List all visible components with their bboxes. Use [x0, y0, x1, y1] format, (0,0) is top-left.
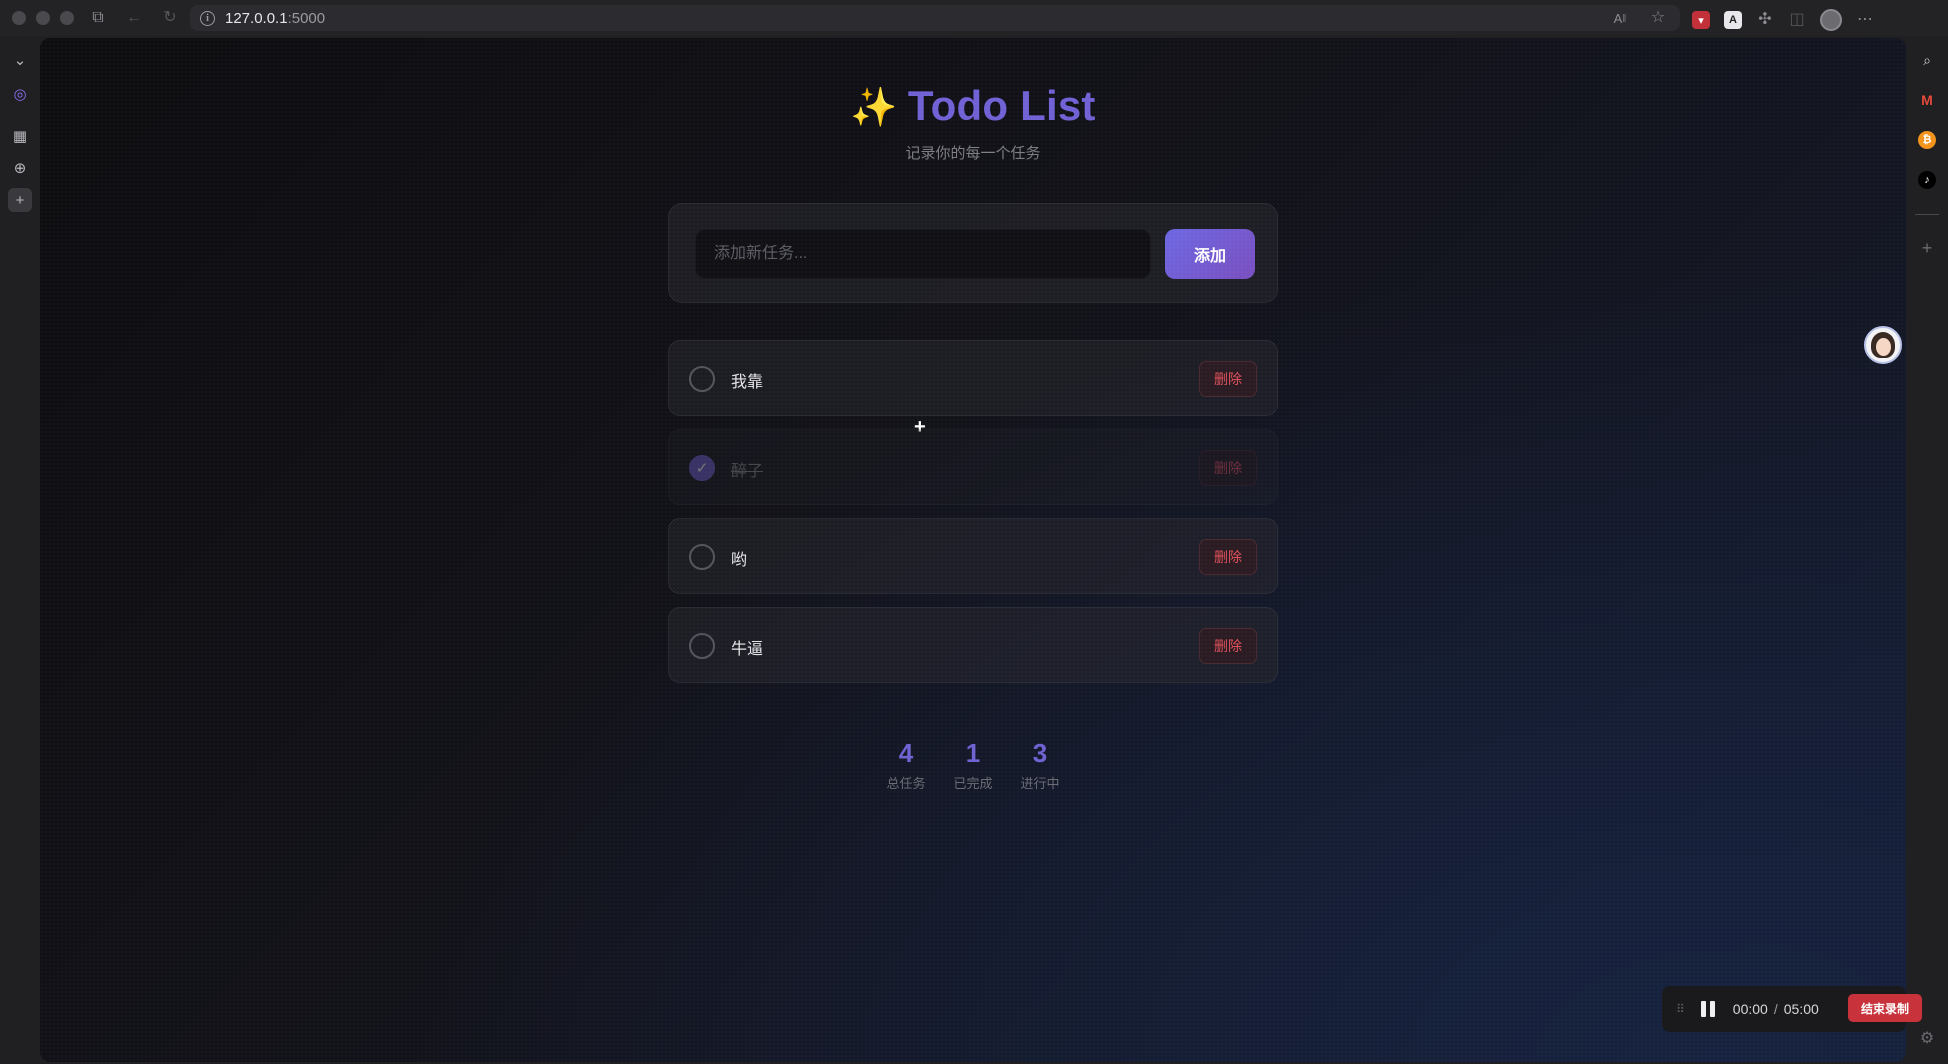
- page-viewport: ✨Todo List 记录你的每一个任务 添加 + 我靠 删除 ✓ 醉了 删除 …: [40, 38, 1906, 1062]
- gmail-icon[interactable]: M: [1915, 88, 1939, 112]
- delete-todo-button[interactable]: 删除: [1199, 361, 1257, 397]
- shield-extension-icon[interactable]: ▾: [1692, 11, 1710, 29]
- todo-checkbox[interactable]: [689, 544, 715, 570]
- close-window-button[interactable]: [12, 11, 26, 25]
- drag-handle-icon[interactable]: ⠿: [1676, 1002, 1685, 1016]
- vertical-tab-strip: ⌄ ◎ ▦ ⊕ +: [0, 36, 40, 1064]
- new-task-input[interactable]: [695, 229, 1151, 279]
- avatar-face: [1876, 338, 1891, 356]
- todo-checkbox[interactable]: [689, 633, 715, 659]
- add-task-button[interactable]: 添加: [1165, 229, 1255, 279]
- title-text: Todo List: [907, 82, 1096, 129]
- collapse-chevron-icon[interactable]: ⌄: [8, 48, 32, 72]
- todo-item: 我靠 删除: [668, 340, 1278, 416]
- stat-label: 已完成: [953, 776, 993, 791]
- search-icon[interactable]: ⌕: [1915, 48, 1939, 72]
- todo-item: 牛逼 删除: [668, 607, 1278, 683]
- stat-completed: 1 已完成: [940, 738, 1007, 792]
- todo-text: 醉了: [731, 463, 764, 480]
- add-task-card: 添加 +: [668, 203, 1278, 438]
- page-subtitle: 记录你的每一个任务: [905, 145, 1041, 162]
- copilot-tab-icon[interactable]: ◎: [8, 82, 32, 106]
- tabs-overview-icon[interactable]: ⧉: [86, 6, 110, 30]
- todo-checkbox[interactable]: [689, 366, 715, 392]
- address-bar[interactable]: i 127.0.0.1:5000 A ∥ ☆: [190, 5, 1680, 31]
- settings-gear-icon[interactable]: ⚙: [1915, 1026, 1939, 1050]
- globe-tab-icon[interactable]: ⊕: [8, 156, 32, 180]
- zoom-window-button[interactable]: [60, 11, 74, 25]
- delete-todo-button[interactable]: 删除: [1199, 450, 1257, 486]
- time-separator: /: [1773, 1001, 1778, 1017]
- minimize-window-button[interactable]: [36, 11, 50, 25]
- recording-elapsed: 00:00: [1732, 1001, 1768, 1017]
- page-title: ✨ Todo List: [668, 82, 1278, 130]
- back-arrow-icon[interactable]: ←: [122, 6, 146, 30]
- stop-recording-button[interactable]: 结束录制: [1848, 994, 1922, 1022]
- read-aloud-icon[interactable]: A ∥: [1608, 6, 1632, 30]
- recording-limit: 05:00: [1783, 1001, 1819, 1017]
- tiktok-icon[interactable]: ♪: [1915, 168, 1939, 192]
- extensions-area: ▾ A ✣ ◫ ⋯: [1692, 9, 1874, 31]
- url-port: :5000: [287, 9, 326, 27]
- browser-window: ⧉ ← ↻ i 127.0.0.1:5000 A ∥ ☆ ▾ A ✣ ◫ ⋯ ⌄ …: [0, 0, 1948, 1064]
- todo-text: 哟: [731, 552, 748, 569]
- url-host: 127.0.0.1: [225, 9, 288, 27]
- extensions-puzzle-icon[interactable]: ✣: [1756, 11, 1774, 29]
- sparkles-icon: ✨: [850, 87, 898, 129]
- stat-label: 进行中: [1020, 776, 1060, 791]
- pinned-tab-icon[interactable]: ▦: [8, 124, 32, 148]
- todo-text: 我靠: [731, 374, 764, 391]
- window-controls: [12, 11, 74, 25]
- stat-label: 总任务: [886, 776, 926, 791]
- browser-toolbar: ⧉ ← ↻ i 127.0.0.1:5000 A ∥ ☆ ▾ A ✣ ◫ ⋯: [0, 0, 1948, 36]
- stat-total: 4 总任务: [873, 738, 940, 792]
- stat-value: 1: [965, 738, 981, 768]
- stat-value: 3: [1032, 738, 1048, 768]
- delete-todo-button[interactable]: 删除: [1199, 628, 1257, 664]
- site-info-icon[interactable]: i: [200, 10, 215, 26]
- todo-item: 哟 删除: [668, 518, 1278, 594]
- bitcoin-icon[interactable]: ₿: [1915, 128, 1939, 152]
- sidebar-divider: [1915, 214, 1939, 215]
- split-screen-icon[interactable]: ◫: [1788, 11, 1806, 29]
- new-tab-plus-icon[interactable]: +: [8, 188, 32, 212]
- address-bar-actions: A ∥ ☆: [1608, 5, 1670, 31]
- stat-in-progress: 3 进行中: [1007, 738, 1074, 792]
- check-icon: ✓: [695, 460, 709, 477]
- todo-checkbox-checked[interactable]: ✓: [689, 455, 715, 481]
- sidebar-add-icon[interactable]: +: [1915, 236, 1939, 260]
- browser-sidebar: ⌕ M ₿ ♪ + ⚙: [1906, 36, 1948, 1064]
- todo-text: 牛逼: [731, 641, 764, 658]
- assistant-avatar[interactable]: [1864, 326, 1902, 364]
- favorite-star-icon[interactable]: ☆: [1646, 6, 1670, 30]
- profile-avatar[interactable]: [1820, 9, 1842, 31]
- pause-icon[interactable]: [1700, 1001, 1715, 1017]
- delete-todo-button[interactable]: 删除: [1199, 539, 1257, 575]
- todo-item-completed: ✓ 醉了 删除: [668, 429, 1278, 505]
- more-menu-icon[interactable]: ⋯: [1856, 11, 1874, 29]
- stat-value: 4: [898, 738, 914, 768]
- task-stats: 4 总任务 1 已完成 3 进行中: [668, 738, 1278, 792]
- reload-icon[interactable]: ↻: [158, 6, 182, 30]
- text-extension-icon[interactable]: A: [1724, 11, 1742, 29]
- screen-recorder-bar: ⠿ 00:00 / 05:00 结束录制: [1662, 986, 1922, 1032]
